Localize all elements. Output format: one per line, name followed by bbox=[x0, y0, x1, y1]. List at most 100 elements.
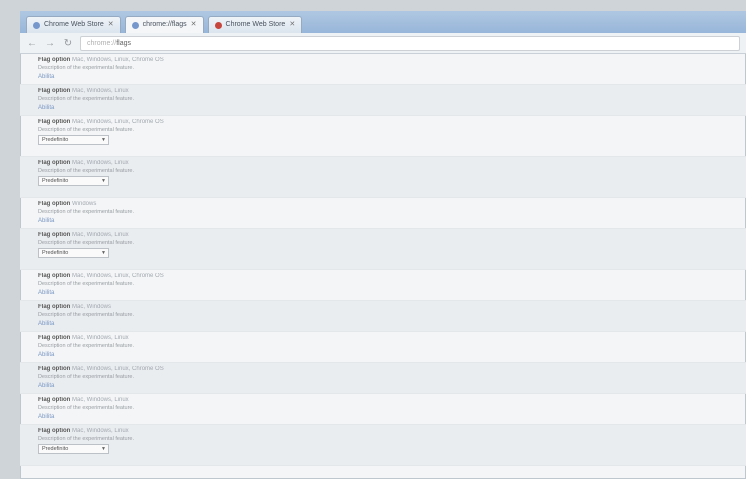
flag-enable-link[interactable]: Abilita bbox=[38, 290, 732, 296]
chevron-down-icon: ▼ bbox=[101, 250, 106, 256]
flag-row: Flag option Mac, Windows, Linux Descripti… bbox=[20, 85, 746, 116]
flag-title-text: Flag option bbox=[38, 335, 71, 341]
flag-title: Flag option Windows bbox=[38, 201, 732, 207]
flag-select[interactable]: Predefinito ▼ bbox=[38, 444, 109, 454]
flag-title-text: Flag option bbox=[38, 201, 71, 207]
favicon-icon bbox=[131, 21, 139, 29]
flag-title: Flag option Mac, Windows, Linux bbox=[38, 428, 732, 434]
flag-row: Flag option Mac, Windows, Linux Descripti… bbox=[20, 394, 746, 425]
flag-enable-link[interactable]: Abilita bbox=[38, 414, 732, 420]
flag-title-text: Flag option bbox=[38, 304, 71, 310]
flag-platforms: Mac, Windows, Linux bbox=[72, 160, 129, 166]
flag-title-text: Flag option bbox=[38, 119, 71, 125]
flag-title: Flag option Mac, Windows, Linux bbox=[38, 232, 732, 238]
flag-platforms: Mac, Windows, Linux, Chrome OS bbox=[72, 57, 164, 63]
reload-icon[interactable]: ↻ bbox=[62, 38, 74, 49]
tab-label: chrome://flags bbox=[142, 21, 187, 28]
flag-description: Description of the experimental feature. bbox=[38, 127, 134, 133]
flag-title: Flag option Mac, Windows, Linux bbox=[38, 88, 732, 94]
flag-select[interactable]: Predefinito ▼ bbox=[38, 176, 109, 186]
toolbar: ← → ↻ chrome://flags bbox=[20, 33, 746, 54]
flag-platforms: Windows bbox=[72, 201, 97, 207]
flag-select-value: Predefinito bbox=[42, 250, 69, 256]
flag-row: Flag option Mac, Windows, Linux, Chrome … bbox=[20, 54, 746, 85]
flag-title: Flag option Mac, Windows, Linux bbox=[38, 335, 732, 341]
flag-title: Flag option Mac, Windows, Linux, Chrome … bbox=[38, 57, 732, 63]
browser-window: Chrome Web Store ✕ chrome://flags ✕ Chro… bbox=[20, 11, 746, 479]
tab-1[interactable]: chrome://flags ✕ bbox=[124, 16, 204, 33]
flag-description: Description of the experimental feature. bbox=[38, 65, 134, 71]
flag-select-value: Predefinito bbox=[42, 178, 69, 184]
url-scheme: chrome:// bbox=[87, 39, 117, 47]
flag-select[interactable]: Predefinito ▼ bbox=[38, 248, 109, 258]
flag-title: Flag option Mac, Windows, Linux, Chrome … bbox=[38, 119, 732, 125]
flag-title: Flag option Mac, Windows, Linux, Chrome … bbox=[38, 366, 732, 372]
url-path: flags bbox=[116, 39, 131, 47]
flag-title-text: Flag option bbox=[38, 160, 71, 166]
flag-title-text: Flag option bbox=[38, 397, 71, 403]
flag-description: Description of the experimental feature. bbox=[38, 374, 134, 380]
flag-row: Flag option Mac, Windows, Linux Descripti… bbox=[20, 425, 746, 466]
flag-description: Description of the experimental feature. bbox=[38, 343, 134, 349]
flag-description: Description of the experimental feature. bbox=[38, 405, 134, 411]
close-icon[interactable]: ✕ bbox=[108, 17, 114, 33]
flag-platforms: Mac, Windows bbox=[72, 304, 112, 310]
flag-select-value: Predefinito bbox=[42, 446, 69, 452]
back-icon[interactable]: ← bbox=[26, 38, 38, 49]
flag-platforms: Mac, Windows, Linux bbox=[72, 335, 129, 341]
flag-platforms: Mac, Windows, Linux bbox=[72, 428, 129, 434]
flag-platforms: Mac, Windows, Linux, Chrome OS bbox=[72, 119, 164, 125]
flag-select[interactable]: Predefinito ▼ bbox=[38, 135, 109, 145]
flags-list: Flag option Mac, Windows, Linux, Chrome … bbox=[20, 54, 746, 479]
tab-label: Chrome Web Store bbox=[44, 21, 104, 28]
flag-platforms: Mac, Windows, Linux, Chrome OS bbox=[72, 366, 164, 372]
flag-title: Flag option Mac, Windows, Linux bbox=[38, 397, 732, 403]
flag-row: Flag option Mac, Windows, Linux Descripti… bbox=[20, 332, 746, 363]
flag-description: Description of the experimental feature. bbox=[38, 209, 134, 215]
flag-title-text: Flag option bbox=[38, 428, 71, 434]
flag-description: Description of the experimental feature. bbox=[38, 96, 134, 102]
flag-enable-link[interactable]: Abilita bbox=[38, 105, 732, 111]
flag-description: Description of the experimental feature. bbox=[38, 240, 134, 246]
flag-title-text: Flag option bbox=[38, 366, 71, 372]
flag-title: Flag option Mac, Windows bbox=[38, 304, 732, 310]
flag-enable-link[interactable]: Abilita bbox=[38, 321, 732, 327]
favicon-icon bbox=[214, 21, 222, 29]
flag-row: Flag option Mac, Windows, Linux Descripti… bbox=[20, 157, 746, 198]
flag-title-text: Flag option bbox=[38, 57, 71, 63]
flag-platforms: Mac, Windows, Linux bbox=[72, 88, 129, 94]
flag-title-text: Flag option bbox=[38, 232, 71, 238]
flag-enable-link[interactable]: Abilita bbox=[38, 218, 732, 224]
flag-description: Description of the experimental feature. bbox=[38, 281, 134, 287]
forward-icon[interactable]: → bbox=[44, 38, 56, 49]
favicon-icon bbox=[33, 21, 40, 29]
close-icon[interactable]: ✕ bbox=[191, 17, 197, 33]
flag-select-value: Predefinito bbox=[42, 137, 69, 143]
flag-platforms: Mac, Windows, Linux bbox=[72, 397, 129, 403]
flag-enable-link[interactable]: Abilita bbox=[38, 383, 732, 389]
address-bar[interactable]: chrome://flags bbox=[80, 35, 740, 51]
close-icon[interactable]: ✕ bbox=[289, 17, 295, 33]
tab-label: Chrome Web Store bbox=[225, 21, 286, 28]
flag-title: Flag option Mac, Windows, Linux bbox=[38, 160, 732, 166]
flag-enable-link[interactable]: Abilita bbox=[38, 352, 732, 358]
flag-row: Flag option Windows Description of the ex… bbox=[20, 198, 746, 229]
chevron-down-icon: ▼ bbox=[101, 137, 106, 143]
flag-enable-link[interactable]: Abilita bbox=[38, 74, 732, 80]
flag-title-text: Flag option bbox=[38, 273, 71, 279]
chevron-down-icon: ▼ bbox=[101, 446, 106, 452]
tab-0[interactable]: Chrome Web Store ✕ bbox=[26, 16, 121, 33]
flag-row: Flag option Mac, Windows Description of t… bbox=[20, 301, 746, 332]
flag-row: Flag option Mac, Windows, Linux Descripti… bbox=[20, 229, 746, 270]
flag-description: Description of the experimental feature. bbox=[38, 436, 134, 442]
flag-row: Flag option Mac, Windows, Linux, Chrome … bbox=[20, 270, 746, 301]
flag-platforms: Mac, Windows, Linux bbox=[72, 232, 129, 238]
flag-description: Description of the experimental feature. bbox=[38, 312, 134, 318]
chevron-down-icon: ▼ bbox=[101, 178, 106, 184]
tab-2[interactable]: Chrome Web Store ✕ bbox=[207, 16, 303, 33]
flag-platforms: Mac, Windows, Linux, Chrome OS bbox=[72, 273, 164, 279]
flag-row: Flag option Mac, Windows, Linux, Chrome … bbox=[20, 363, 746, 394]
flag-description: Description of the experimental feature. bbox=[38, 168, 134, 174]
flag-title: Flag option Mac, Windows, Linux, Chrome … bbox=[38, 273, 732, 279]
flag-row: Flag option Mac, Windows, Linux, Chrome … bbox=[20, 116, 746, 157]
